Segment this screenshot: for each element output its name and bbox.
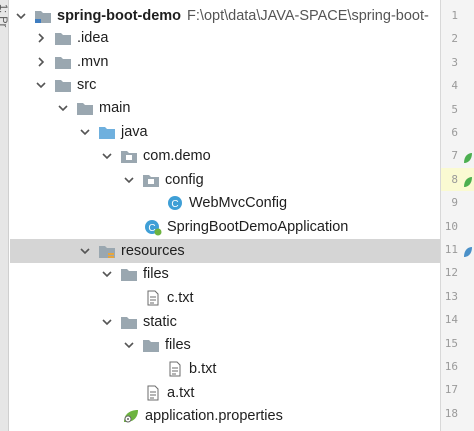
tree-item-label: static [143,314,177,330]
chevron-right-icon[interactable] [34,31,48,45]
tree-item-label: application.properties [145,408,283,424]
chevron-down-icon[interactable] [100,267,114,281]
spring-bean-icon[interactable] [463,149,473,164]
resources-folder-icon [98,243,116,259]
folder-icon [54,54,72,70]
tree-item-label: c.txt [167,290,194,306]
tree-item-label: files [165,337,191,353]
project-path: F:\opt\data\JAVA-SPACE\spring-boot- [187,8,429,24]
folder-icon [54,77,72,93]
tree-row-mvn[interactable]: .mvn [10,50,440,74]
tree-item-label: resources [121,243,185,259]
gutter-line-number: 4 [451,79,458,93]
source-folder-icon [98,124,116,140]
gutter-line-number: 10 [444,219,458,233]
chevron-down-icon[interactable] [34,78,48,92]
project-tool-window-label: 1: Pr [0,4,9,28]
gutter-line-number: 15 [444,336,458,350]
tree-row-idea[interactable]: .idea [10,26,440,50]
gutter-line-number: 3 [451,55,458,69]
module-folder-icon [34,8,52,24]
tree-row-main[interactable]: main [10,96,440,120]
gutter-line-number: 6 [451,126,458,139]
gutter-line-number: 13 [444,289,458,303]
editor-gutter: 1 2 3 4 5 6 7 8 9 10 11 12 13 14 15 16 17 18 [440,0,474,431]
text-file-icon [166,361,184,377]
text-file-icon [144,385,162,401]
tree-row-files[interactable]: files [10,262,440,286]
tree-row-src[interactable]: src [10,73,440,97]
gutter-line-number: 1 [451,9,458,22]
folder-icon [54,30,72,46]
spring-properties-icon [122,408,140,424]
chevron-down-icon[interactable] [100,315,114,329]
gutter-line-number: 12 [444,266,458,280]
gutter-line-number: 8 [441,167,474,191]
project-name: spring-boot-demo [57,8,182,24]
project-tree[interactable]: spring-boot-demo F:\opt\data\JAVA-SPACE\… [10,0,440,431]
tree-item-label: a.txt [167,385,195,401]
chevron-down-icon[interactable] [122,173,136,187]
folder-icon [76,100,94,116]
gutter-line-number: 18 [444,406,458,420]
folder-icon [120,266,138,282]
gutter-line-number: 14 [444,313,458,327]
tree-row-project-root[interactable]: spring-boot-demo F:\opt\data\JAVA-SPACE\… [10,4,440,28]
tree-row-java[interactable]: java [10,120,440,144]
chevron-down-icon[interactable] [78,125,92,139]
tree-row-application-properties[interactable]: application.properties [10,404,440,428]
tree-item-label: com.demo [143,148,211,164]
gutter-line-number: 7 [441,144,474,167]
gutter-line-number: 2 [451,32,458,46]
tree-item-label: files [143,266,169,282]
tree-row-b-txt[interactable]: b.txt [10,357,440,381]
tree-item-label: WebMvcConfig [189,195,288,211]
tree-item-label: .mvn [77,54,109,70]
text-file-icon [144,290,162,306]
svg-text:C: C [171,199,178,210]
project-tool-window-strip[interactable]: 1: Pr [0,0,9,431]
folder-icon [142,337,160,353]
spring-bean-icon[interactable] [463,173,473,187]
class-icon: C [166,195,184,211]
tree-row-static-files[interactable]: files [10,333,440,357]
tree-item-label: .idea [77,30,109,46]
chevron-right-icon[interactable] [34,55,48,69]
tree-row-com-demo[interactable]: com.demo [10,144,440,168]
gutter-line-number: 5 [451,102,458,116]
spring-bean-icon[interactable] [463,243,473,257]
tree-item-label: SpringBootDemoApplication [167,219,349,235]
chevron-down-icon[interactable] [14,9,28,23]
tree-row-springbootdemoapplication[interactable]: C SpringBootDemoApplication [10,215,440,239]
tree-row-a-txt[interactable]: a.txt [10,381,440,405]
chevron-down-icon[interactable] [78,244,92,258]
gutter-line-number: 16 [444,360,458,373]
chevron-down-icon[interactable] [100,149,114,163]
tree-item-label: config [165,172,204,188]
gutter-line-number: 9 [451,196,458,210]
spring-boot-class-icon: C [144,219,162,236]
folder-icon [120,314,138,330]
package-icon [142,172,160,188]
tree-item-label: main [99,100,131,116]
tree-item-label: src [77,77,97,93]
chevron-down-icon[interactable] [56,101,70,115]
tree-row-c-txt[interactable]: c.txt [10,286,440,310]
tree-item-label: b.txt [189,361,217,377]
chevron-down-icon[interactable] [122,338,136,352]
tree-row-resources[interactable]: resources [10,239,440,263]
package-icon [120,148,138,164]
tree-row-webmvcconfig[interactable]: C WebMvcConfig [10,191,440,215]
tree-row-static[interactable]: static [10,310,440,334]
gutter-line-number: 17 [444,383,458,397]
tree-item-label: java [121,124,148,140]
tree-row-config[interactable]: config [10,168,440,192]
gutter-line-number: 11 [441,238,474,261]
